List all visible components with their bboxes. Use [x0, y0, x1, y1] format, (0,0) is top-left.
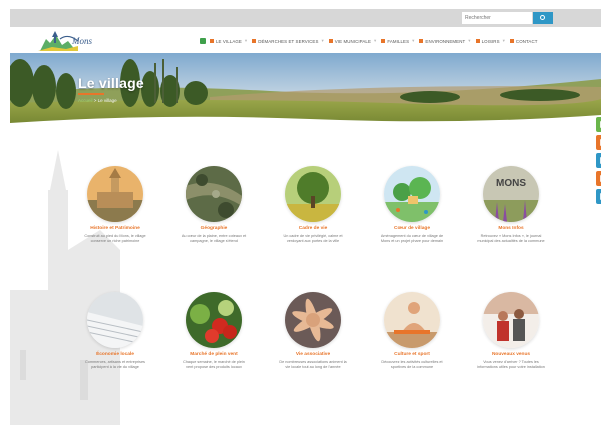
- magazine-quick-button[interactable]: [596, 153, 601, 168]
- card-title: Vie associative: [295, 352, 331, 357]
- hands-photo-icon: [285, 292, 341, 348]
- nav-bullet-icon: [381, 39, 386, 43]
- info-icon: [600, 193, 601, 200]
- card-geographie[interactable]: Géographie Au cœur de la plaine, entre c…: [174, 166, 254, 245]
- card-title: Géographie: [200, 226, 228, 231]
- quick-access-bar: [596, 117, 601, 207]
- school-icon: [600, 175, 601, 182]
- card-description: Au cœur de la plaine, entre coteaux et c…: [181, 234, 247, 244]
- home-icon[interactable]: [200, 38, 206, 44]
- card-title: Histoire et Patrimoine: [90, 226, 140, 231]
- nav-bullet-icon: [210, 39, 214, 43]
- main-nav: Le village ▾ Démarches et services ▾ Vie m…: [200, 38, 543, 44]
- card-title: Marché de plein vent: [190, 352, 238, 357]
- site-logo[interactable]: Mons: [32, 29, 98, 56]
- search-button[interactable]: [533, 12, 553, 24]
- card-title: Mons Infos: [498, 226, 524, 231]
- village-illustration-icon: [384, 166, 440, 222]
- page-title: Le village: [78, 75, 144, 91]
- card-vie-associative[interactable]: Vie associative De nombreuses associatio…: [273, 292, 353, 371]
- card-description: De nombreuses associations animent la vi…: [279, 360, 347, 370]
- nav-bullet-icon: [328, 39, 333, 43]
- mail-quick-button[interactable]: [596, 117, 601, 132]
- card-description: Retrouvez « Mons Infos », le journal mun…: [477, 234, 545, 244]
- nav-item-contact[interactable]: Contact: [509, 39, 538, 44]
- svg-text:Mons: Mons: [71, 36, 92, 46]
- nav-item-village[interactable]: Le village ▾: [210, 38, 247, 44]
- hero-banner: Le village Accueil > Le village: [10, 53, 601, 131]
- nav-bullet-icon: [475, 39, 480, 43]
- yoga-photo-icon: [384, 292, 440, 348]
- card-description: Aménagement du cœur de village de Mons e…: [380, 234, 444, 244]
- card-title: Économie locale: [96, 352, 134, 357]
- card-description: Chaque semaine, le marché de plein vent …: [183, 360, 245, 370]
- nav-item-vie-municipale[interactable]: Vie municipale ▾: [328, 38, 377, 44]
- card-economie-locale[interactable]: Économie locale Commerces, artisans et e…: [75, 292, 155, 371]
- phone-quick-button[interactable]: [596, 135, 601, 150]
- nav-item-familles[interactable]: Familles ▾: [381, 38, 414, 44]
- nav-bullet-icon: [252, 39, 257, 43]
- card-description: Vous venez d'arriver ? Toutes les inform…: [477, 360, 545, 370]
- page: Mons Le village▾ Démarches et services▾ …: [10, 0, 601, 425]
- magazine-icon: [600, 157, 601, 164]
- card-histoire-patrimoine[interactable]: Histoire et Patrimoine Construit au pied…: [75, 166, 155, 245]
- vegetables-photo-icon: [186, 292, 242, 348]
- nav-bullet-icon: [419, 39, 424, 43]
- church-photo-icon: [87, 166, 143, 222]
- breadcrumb: Accueil > Le village: [78, 98, 117, 103]
- card-description: Un cadre de vie privilégié, calme et ver…: [283, 234, 343, 244]
- breadcrumb-current: Le village: [97, 98, 117, 103]
- aerial-photo-icon: [186, 166, 242, 222]
- search-input[interactable]: [462, 12, 532, 24]
- svg-text:MONS: MONS: [496, 178, 526, 189]
- card-mons-infos[interactable]: MONS Mons Infos Retrouvez « Mons Infos »…: [471, 166, 551, 245]
- card-description: Commerces, artisans et entreprises parti…: [85, 360, 145, 370]
- top-bar: [10, 9, 601, 27]
- info-quick-button[interactable]: [596, 189, 601, 204]
- card-cadre-de-vie[interactable]: Cadre de vie Un cadre de vie privilégié,…: [273, 166, 353, 245]
- breadcrumb-home-link[interactable]: Accueil: [78, 98, 93, 103]
- card-title: Cadre de vie: [298, 226, 328, 231]
- card-coeur-de-village[interactable]: Cœur de village Aménagement du cœur de v…: [372, 166, 452, 245]
- card-marche-plein-vent[interactable]: Marché de plein vent Chaque semaine, le …: [174, 292, 254, 371]
- magazine-cover-icon: MONS: [483, 166, 539, 222]
- nav-item-environnement[interactable]: Environnement ▾: [419, 38, 470, 44]
- card-description: Construit au pied du Mons, le village co…: [84, 234, 146, 244]
- card-title: Culture et sport: [394, 352, 430, 357]
- card-title: Nouveaux venus: [491, 352, 531, 357]
- school-quick-button[interactable]: [596, 171, 601, 186]
- card-description: Découvrez les activités culturelles et s…: [381, 360, 443, 370]
- ledger-photo-icon: [87, 292, 143, 348]
- card-title: Cœur de village: [394, 226, 430, 231]
- mail-icon: [600, 121, 601, 128]
- phone-icon: [600, 139, 601, 146]
- search-icon: [540, 15, 545, 20]
- title-underline: [78, 93, 104, 95]
- nav-item-demarches[interactable]: Démarches et services ▾: [252, 38, 324, 44]
- family-photo-icon: [483, 292, 539, 348]
- card-culture-sport[interactable]: Culture et sport Découvrez les activités…: [372, 292, 452, 371]
- nav-item-loisirs[interactable]: Loisirs ▾: [475, 38, 505, 44]
- hero-landscape-image: [10, 53, 601, 131]
- card-nouveaux-venus[interactable]: Nouveaux venus Vous venez d'arriver ? To…: [471, 292, 551, 371]
- tree-photo-icon: [285, 166, 341, 222]
- nav-bullet-icon: [509, 39, 514, 43]
